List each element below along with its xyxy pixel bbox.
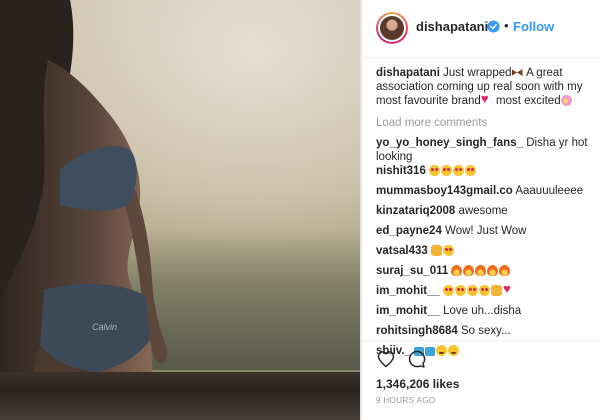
list-item: im_mohit__ (376, 282, 515, 298)
comment-username[interactable]: kinzatariq2008 (376, 205, 455, 217)
comment-username[interactable]: ed_payne24 (376, 225, 442, 237)
caption-username[interactable]: dishapatani (376, 67, 440, 79)
comment-text: Love uh...disha (439, 305, 522, 317)
ok-hand-emoji-icon (491, 285, 503, 296)
blossom-icon (560, 95, 572, 106)
heart-eyes-emoji-icon (441, 165, 453, 176)
caption-text-1: Just wrapped (443, 67, 512, 79)
avatar-photo (380, 16, 404, 40)
heart-eyes-emoji-icon (479, 285, 491, 296)
heart-outline-icon[interactable] (376, 349, 396, 369)
photo-figure-silhouette: Calvin (0, 0, 168, 420)
comment-username[interactable]: rohitsingh8684 (376, 325, 458, 337)
list-item: yo_yo_honey_singh_fans_ Disha yr hot loo… (376, 136, 588, 164)
heart-eyes-emoji-icon (467, 285, 479, 296)
post-side-panel: dishapatani • Follow dishapatani Just wr… (362, 0, 600, 420)
comment-username[interactable]: suraj_su_011 (376, 265, 448, 277)
avatar-ring-inner (378, 14, 406, 42)
comment-text: So sexy... (457, 325, 511, 337)
post-header: dishapatani • Follow (362, 0, 600, 58)
thumbs-up-emoji-icon (431, 245, 442, 256)
heart-eyes-emoji-icon (443, 285, 455, 296)
list-item: mummasboy143gmail.co Aaauuuleeee (376, 184, 583, 198)
comment-username[interactable]: vatsal433 (376, 245, 428, 257)
avatar[interactable] (376, 12, 408, 44)
post-actions-footer: 1,346,206 likes 9 HOURS AGO (362, 340, 600, 420)
list-item: suraj_su_011 (376, 264, 511, 278)
heart-eyes-emoji-icon (443, 245, 454, 256)
verified-badge-icon (487, 20, 500, 33)
header-separator: • (504, 18, 509, 33)
follow-button[interactable]: Follow (513, 19, 554, 34)
caption-text-3: most excited (492, 95, 561, 107)
window-sill (0, 372, 362, 420)
heart-eyes-emoji-icon (429, 165, 441, 176)
comment-bubble-icon[interactable] (406, 349, 426, 369)
fire-emoji-icon (475, 265, 487, 276)
list-item: nishit316 (376, 164, 477, 178)
comment-username[interactable]: nishit316 (376, 165, 426, 177)
list-item: kinzatariq2008 awesome (376, 204, 508, 218)
comment-username[interactable]: mummasboy143gmail.co (376, 185, 513, 197)
fire-emoji-icon (463, 265, 475, 276)
load-more-comments-link[interactable]: Load more comments (376, 116, 487, 130)
comment-username[interactable]: yo_yo_honey_singh_fans_ (376, 137, 523, 149)
heart-eyes-emoji-icon (455, 285, 467, 296)
post-timestamp: 9 HOURS AGO (376, 396, 436, 405)
list-item: im_mohit__ Love uh...disha (376, 304, 521, 318)
comment-text: awesome (455, 205, 508, 217)
svg-text:Calvin: Calvin (92, 322, 117, 332)
caption: dishapatani Just wrapped A great associa… (376, 66, 592, 108)
fire-emoji-icon (451, 265, 463, 276)
comment-username[interactable]: im_mohit__ (376, 305, 440, 317)
list-item: rohitsingh8684 So sexy... (376, 324, 511, 338)
fire-emoji-icon (499, 265, 511, 276)
red-heart-icon (503, 282, 514, 296)
heart-eyes-emoji-icon (453, 165, 465, 176)
fire-emoji-icon (487, 265, 499, 276)
heart-eyes-emoji-icon (465, 165, 477, 176)
red-heart-icon (481, 92, 492, 106)
post-photo[interactable]: Calvin (0, 0, 362, 420)
comment-username[interactable]: im_mohit__ (376, 285, 440, 297)
header-username[interactable]: dishapatani (416, 19, 488, 34)
butterfly-icon (512, 67, 523, 78)
list-item: vatsal433 (376, 244, 455, 258)
list-item: ed_payne24 Wow! Just Wow (376, 224, 526, 238)
comment-text: Aaauuuleeee (512, 185, 584, 197)
comment-text: Wow! Just Wow (441, 225, 527, 237)
likes-count[interactable]: 1,346,206 likes (376, 377, 459, 391)
